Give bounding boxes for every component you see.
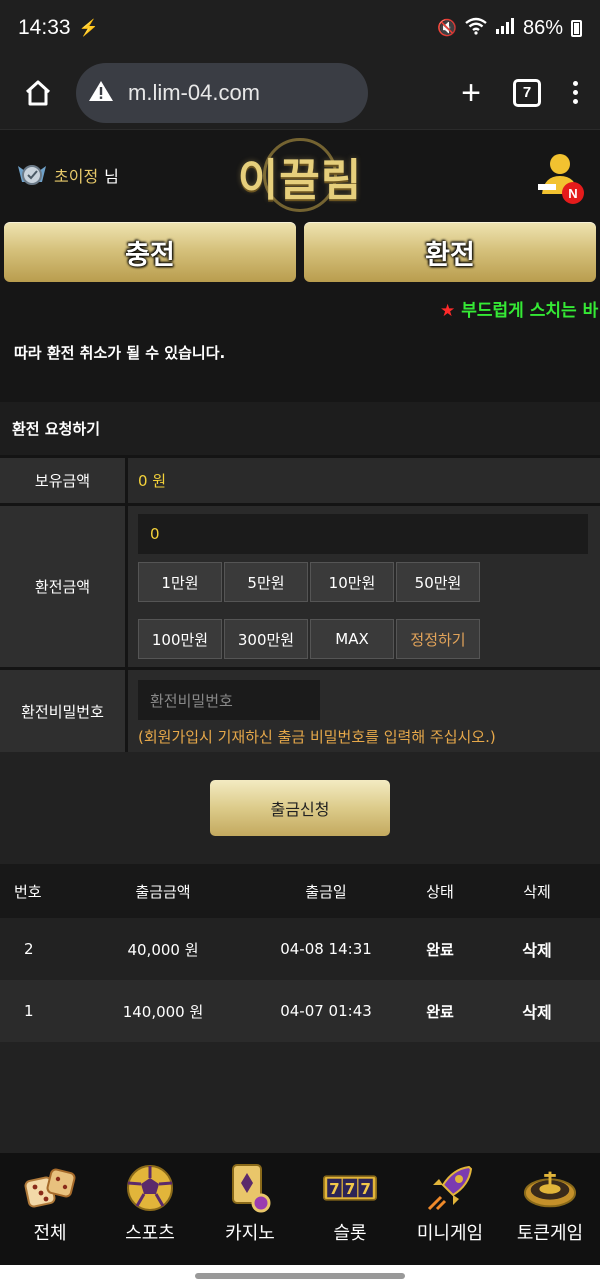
withdraw-history-table: 번호 출금금액 출금일 상태 삭제 2 40,000 원 04-08 14:31… (0, 864, 600, 1042)
browser-toolbar: m.lim-04.com + 7 (0, 56, 600, 130)
nav-label: 미니게임 (416, 1223, 484, 1244)
signal-icon (495, 17, 515, 39)
notice-box: 따라 환전 취소가 될 수 있습니다. (0, 326, 600, 402)
dice-icon (23, 1163, 77, 1213)
nav-item-sports[interactable]: 스포츠 (100, 1153, 200, 1265)
row-date: 04-08 14:31 (280, 940, 372, 958)
username-suffix: 님 (104, 167, 119, 186)
status-time: 14:33 (18, 16, 71, 39)
site-header: 초이정 님 이끌림 N (0, 130, 600, 220)
nav-item-all[interactable]: 전체 (0, 1153, 100, 1265)
rank-badge-icon (16, 160, 48, 190)
svg-text:7: 7 (360, 1180, 371, 1198)
status-bar: 14:33 ⚡ 🔇 86% (0, 0, 600, 56)
chip-3m-button[interactable]: 300만원 (224, 619, 308, 659)
chip-10k-button[interactable]: 1만원 (138, 562, 222, 602)
chip-1m-button[interactable]: 100만원 (138, 619, 222, 659)
new-tab-button[interactable]: + (461, 76, 481, 110)
chip-100k-button[interactable]: 10만원 (310, 562, 394, 602)
amount-row: 환전금액 0 1만원 5만원 10만원 50만원 100만원 300만원 MAX… (0, 506, 600, 670)
nav-item-slot[interactable]: 777 슬롯 (300, 1153, 400, 1265)
withdraw-button[interactable]: 환전 (304, 222, 596, 282)
row-no: 1 (24, 1002, 34, 1020)
balance-row: 보유금액 0 원 (0, 458, 600, 506)
wifi-icon (465, 17, 487, 40)
chip-500k-button[interactable]: 50만원 (396, 562, 480, 602)
chip-50k-button[interactable]: 5만원 (224, 562, 308, 602)
row-delete-button[interactable]: 삭제 (474, 937, 600, 961)
nav-label: 토큰게임 (516, 1223, 584, 1244)
header-date: 출금일 (305, 882, 347, 901)
roulette-icon (523, 1163, 577, 1213)
amount-input[interactable]: 0 (138, 514, 588, 554)
slot-777-icon: 777 (323, 1163, 377, 1213)
notification-badge[interactable]: N (562, 182, 584, 204)
table-row: 1 140,000 원 04-07 01:43 완료 삭제 (0, 980, 600, 1042)
table-row: 2 40,000 원 04-08 14:31 완료 삭제 (0, 918, 600, 980)
deposit-button[interactable]: 충전 (4, 222, 296, 282)
header-no: 번호 (14, 882, 42, 901)
nav-label: 전체 (33, 1223, 67, 1244)
submit-area: 출금신청 (0, 752, 600, 864)
network-icon: ⚡ (78, 20, 99, 37)
nav-item-casino[interactable]: 카지노 (200, 1153, 300, 1265)
header-amount: 출금금액 (135, 882, 191, 901)
header-delete: 삭제 (523, 882, 551, 901)
row-amount: 40,000 원 (127, 940, 199, 959)
password-row: 환전비밀번호 환전비밀번호 (회원가입시 기재하신 출금 비밀번호를 입력해 주… (0, 670, 600, 752)
row-status: 완료 (426, 940, 454, 959)
home-icon[interactable] (14, 69, 62, 117)
nav-label: 카지노 (225, 1223, 275, 1244)
action-row: 충전 환전 (0, 220, 600, 290)
nav-label: 슬롯 (333, 1223, 367, 1244)
notice-text: 따라 환전 취소가 될 수 있습니다. (14, 344, 226, 362)
balance-value: 0 원 (138, 472, 167, 490)
password-label: 환전비밀번호 (0, 670, 128, 752)
svg-text:7: 7 (329, 1180, 340, 1198)
section-title: 환전 요청하기 (0, 402, 600, 458)
home-gesture-handle[interactable] (195, 1273, 405, 1279)
amount-chips: 1만원 5만원 10만원 50만원 100만원 300만원 MAX 정정하기 (138, 562, 480, 659)
balance-label: 보유금액 (0, 458, 128, 503)
mute-icon: 🔇 (437, 20, 457, 37)
site-logo[interactable]: 이끌림 (238, 144, 362, 208)
soccer-ball-icon (123, 1163, 177, 1213)
marquee-banner: ★ 부드럽게 스치는 바 (0, 290, 600, 326)
notice-cut-line (14, 328, 586, 338)
header-status: 상태 (426, 882, 454, 901)
row-no: 2 (24, 940, 34, 958)
chip-max-button[interactable]: MAX (310, 619, 394, 659)
rocket-icon (423, 1163, 477, 1213)
cards-icon (223, 1163, 277, 1213)
row-amount: 140,000 원 (122, 1002, 204, 1021)
nav-item-minigame[interactable]: 미니게임 (400, 1153, 500, 1265)
nav-label: 스포츠 (125, 1223, 175, 1244)
user-info[interactable]: 초이정 님 (16, 160, 119, 190)
withdraw-password-input[interactable]: 환전비밀번호 (138, 680, 320, 720)
row-status: 완료 (426, 1002, 454, 1021)
warning-icon[interactable] (88, 79, 114, 107)
username: 초이정 (54, 167, 99, 186)
svg-text:7: 7 (345, 1180, 356, 1198)
status-right: 🔇 86% (437, 17, 582, 40)
battery-percent: 86% (522, 16, 563, 39)
reset-amount-button[interactable]: 정정하기 (396, 619, 480, 659)
nav-item-token-game[interactable]: 토큰게임 (500, 1153, 600, 1265)
battery-icon (571, 19, 582, 37)
gesture-bar (0, 1265, 600, 1287)
address-bar[interactable]: m.lim-04.com (76, 62, 368, 123)
password-help-text: (회원가입시 기재하신 출금 비밀번호를 입력해 주십시오.) (138, 728, 496, 746)
url-text[interactable]: m.lim-04.com (128, 80, 260, 106)
star-icon: ★ (440, 301, 456, 321)
withdraw-request-button[interactable]: 출금신청 (210, 780, 390, 836)
bottom-nav: 전체 스포츠 카지노 777 슬롯 미니게임 토큰게임 (0, 1153, 600, 1265)
marquee-text-wrap: ★ 부드럽게 스치는 바 (440, 296, 598, 321)
marquee-text: 부드럽게 스치는 바 (461, 301, 599, 321)
row-date: 04-07 01:43 (280, 1002, 372, 1020)
table-header: 번호 출금금액 출금일 상태 삭제 (0, 864, 600, 918)
overflow-menu-icon[interactable] (573, 81, 578, 104)
amount-label: 환전금액 (0, 506, 128, 667)
tab-switcher-button[interactable]: 7 (513, 78, 541, 107)
row-delete-button[interactable]: 삭제 (474, 999, 600, 1023)
